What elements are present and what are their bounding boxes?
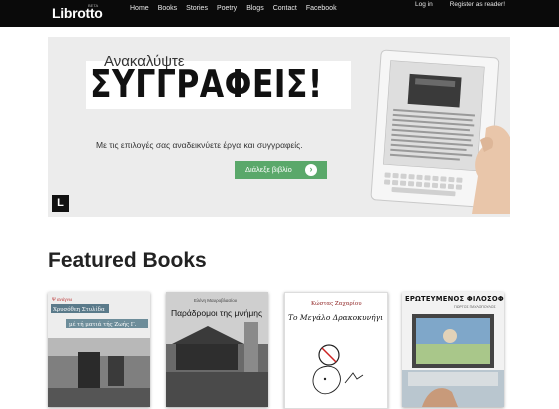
nav-contact[interactable]: Contact	[273, 5, 297, 12]
hero-subtitle: Ανακαλύψτε	[104, 53, 185, 70]
book-3-author: Κώστας Ζαχαρίου	[311, 300, 362, 307]
book-card[interactable]: ΕΡΩΤΕΥΜΕΝΟΣ ΦΙΛΟΣΟΦΟΣ ΓΙΩΡΓΟΣ ΠΑΥΛΟΠΟΥΛΟ…	[402, 292, 504, 407]
nav-facebook[interactable]: Facebook	[306, 5, 337, 12]
book-1-title: μέ τή ματιά τής Ζωής Γ.	[69, 321, 137, 328]
book-2-title: Παράδρομοι της μνήμης	[171, 308, 262, 318]
book-4-title: ΕΡΩΤΕΥΜΕΝΟΣ ΦΙΛΟΣΟΦΟΣ	[405, 295, 504, 303]
choose-book-button[interactable]: Διάλεξε βιβλίο ›	[235, 161, 327, 179]
book-card[interactable]: Ψ ανάγνω Χρυσόθεη Στυλίδα μέ τή ματιά τή…	[48, 292, 150, 407]
book-1-author: Χρυσόθεη Στυλίδα	[53, 306, 105, 313]
book-cover-3: Κώστας Ζαχαρίου Το Μεγάλο Δρακοκυνήγι	[285, 293, 385, 406]
book-4-author: ΓΙΩΡΓΟΣ ΠΑΥΛΟΠΟΥΛΟΣ	[454, 305, 496, 309]
book-cover-4: ΕΡΩΤΕΥΜΕΝΟΣ ΦΙΛΟΣΟΦΟΣ ΓΙΩΡΓΟΣ ΠΑΥΛΟΠΟΥΛΟ…	[402, 292, 504, 407]
librotto-badge: L	[52, 195, 69, 212]
arrow-right-icon: ›	[305, 164, 317, 176]
top-navigation-bar: Librotto BETA Home Books Stories Poetry …	[0, 0, 559, 27]
nav-blogs[interactable]: Blogs	[246, 5, 264, 12]
book-cover-1: Ψ ανάγνω Χρυσόθεη Στυλίδα μέ τή ματιά τή…	[48, 292, 150, 407]
login-link[interactable]: Log in	[415, 1, 433, 8]
hero-description: Με τις επιλογές σας αναδεικνύετε έργα κα…	[96, 140, 303, 150]
book-2-author: Ελένη Μαυροβλασίου	[194, 297, 238, 303]
beta-label: BETA	[88, 3, 99, 8]
book-3-title: Το Μεγάλο Δρακοκυνήγι	[288, 313, 383, 322]
auth-links: Log in Register as reader!	[398, 1, 505, 8]
book-cover-2: Ελένη Μαυροβλασίου Παράδρομοι της μνήμης	[166, 292, 268, 407]
nav-books[interactable]: Books	[158, 5, 177, 12]
featured-books-heading: Featured Books	[48, 249, 207, 272]
nav-stories[interactable]: Stories	[186, 5, 208, 12]
ereader-illustration	[370, 49, 510, 214]
main-nav: Home Books Stories Poetry Blogs Contact …	[130, 5, 346, 12]
nav-home[interactable]: Home	[130, 5, 149, 12]
book-card[interactable]: Ελένη Μαυροβλασίου Παράδρομοι της μνήμης	[166, 292, 268, 407]
book-1-publisher: Ψ ανάγνω	[52, 298, 73, 303]
book-card[interactable]: Κώστας Ζαχαρίου Το Μεγάλο Δρακοκυνήγι	[284, 292, 388, 409]
nav-poetry[interactable]: Poetry	[217, 5, 237, 12]
choose-book-label: Διάλεξε βιβλίο	[245, 165, 292, 174]
register-link[interactable]: Register as reader!	[450, 1, 505, 8]
hero-banner: ΣΥΓΓΡΑΦΕΙΣ! Ανακαλύψτε Με τις επιλογές σ…	[48, 37, 510, 217]
